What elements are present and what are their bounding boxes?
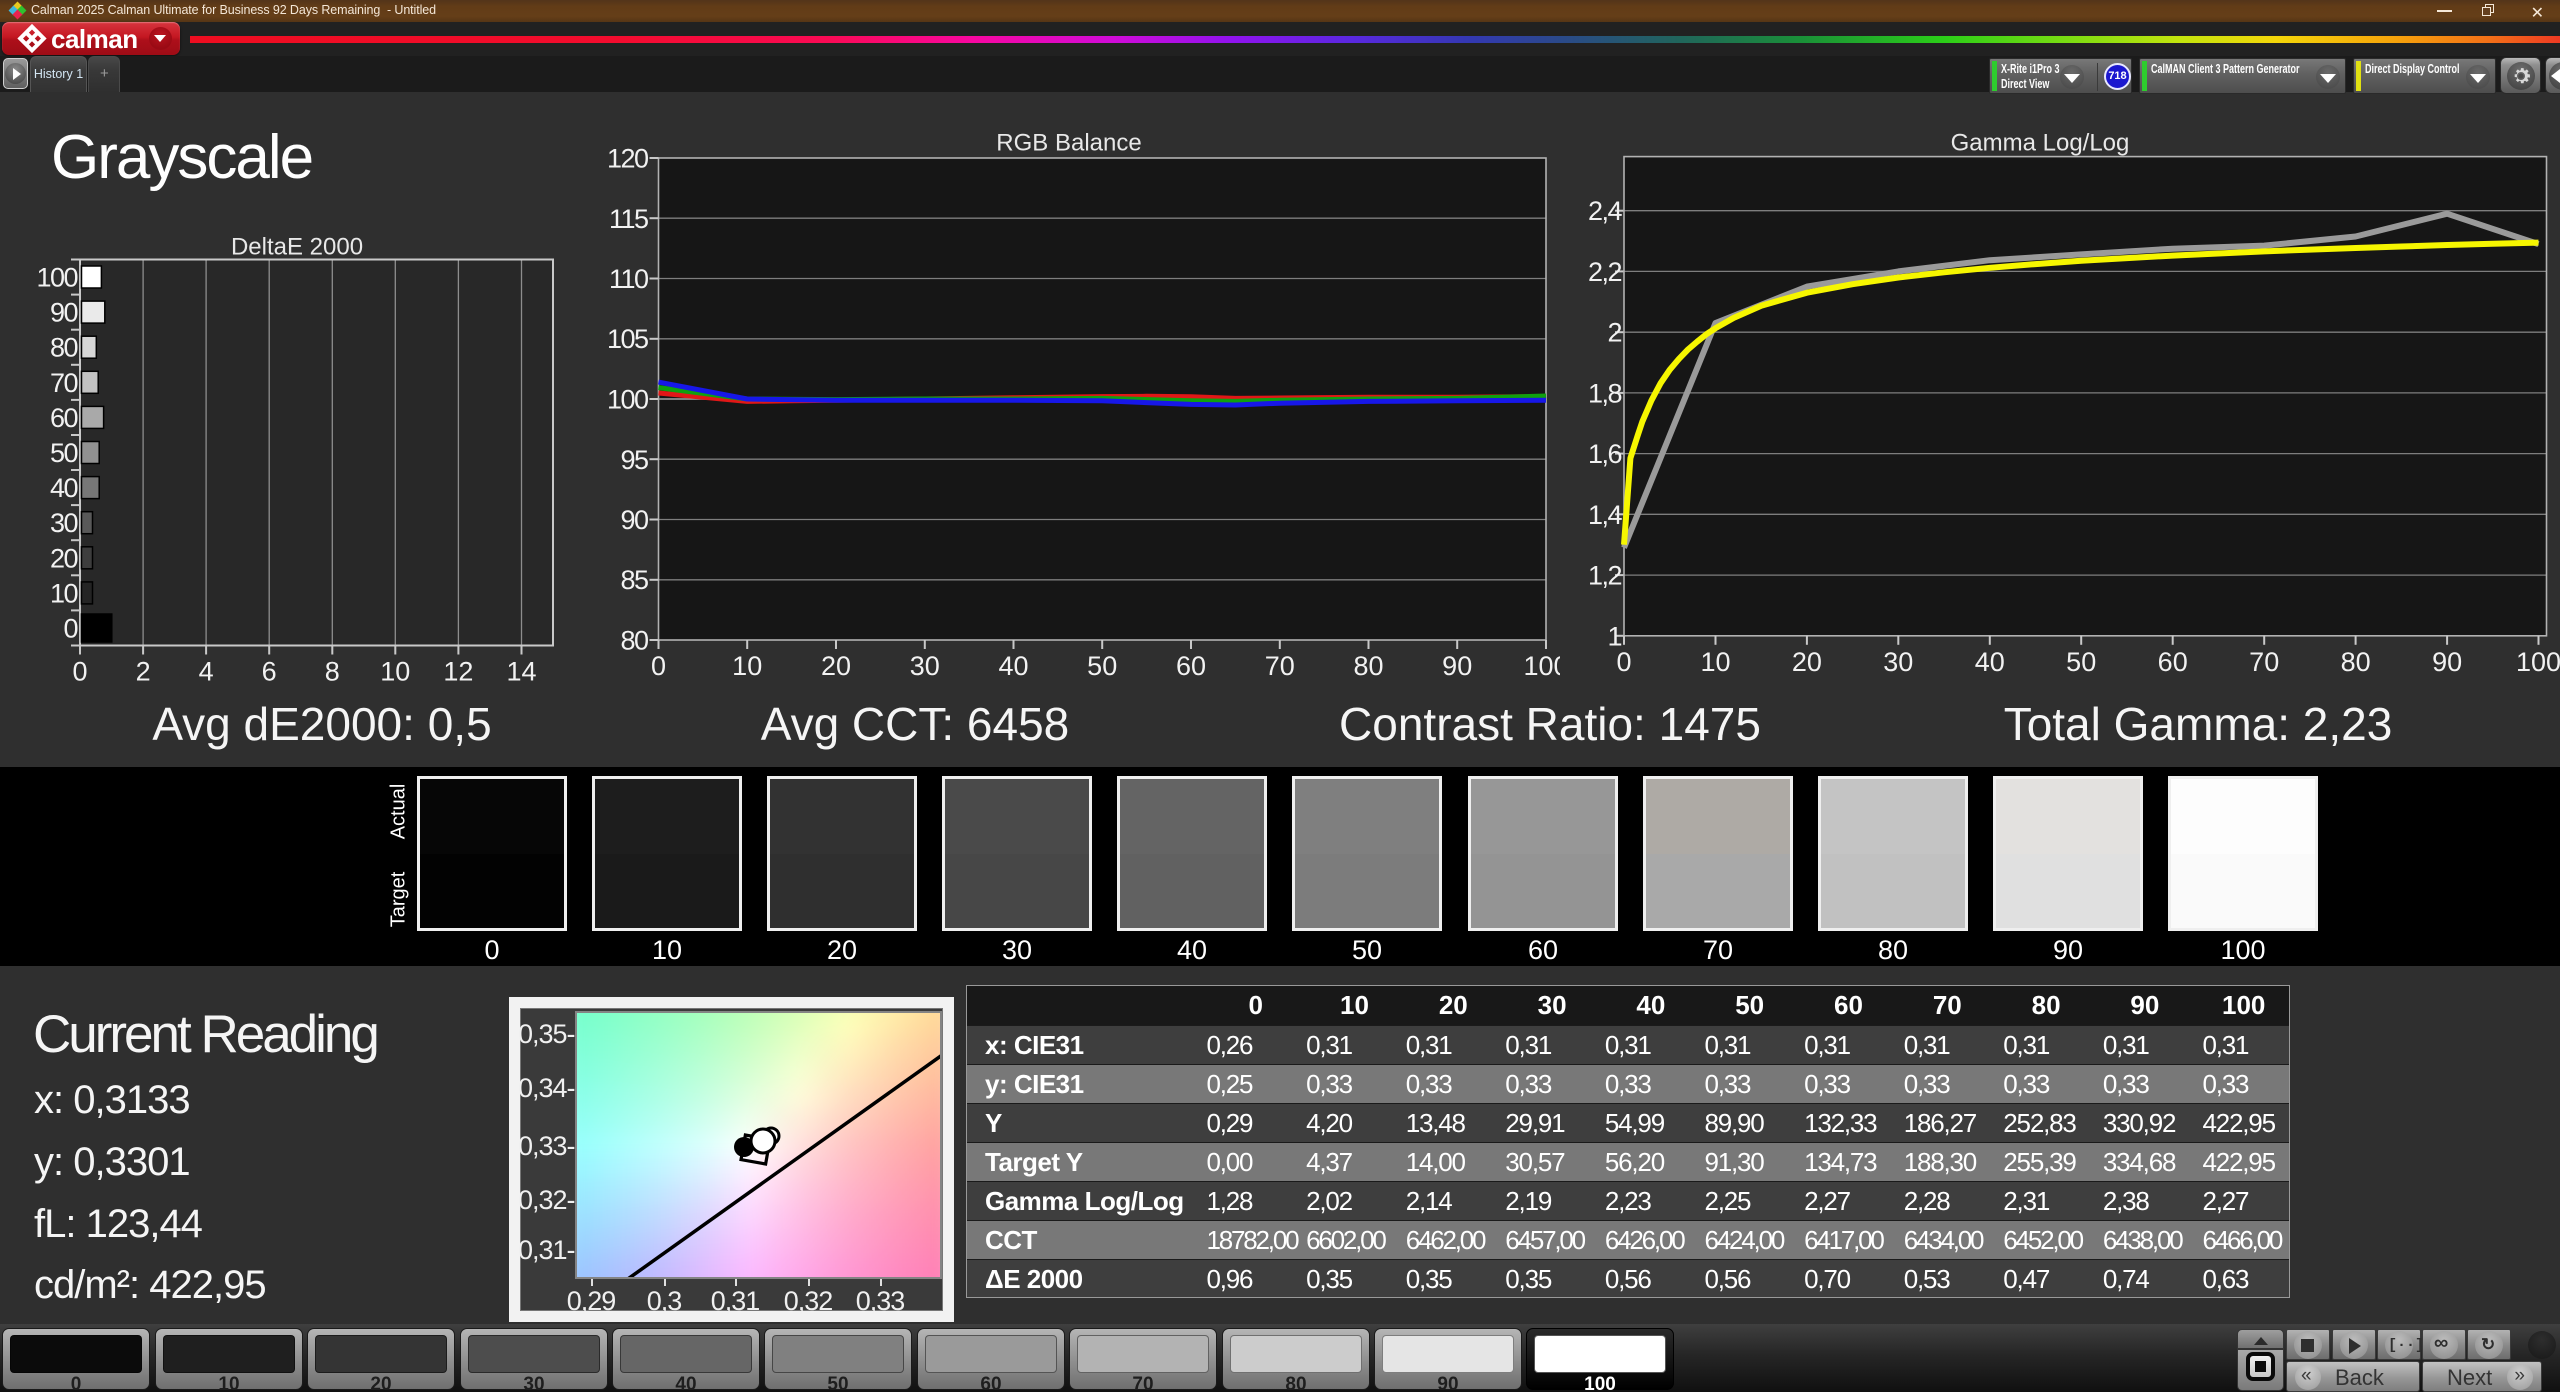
svg-text:70: 70 bbox=[1265, 651, 1295, 681]
svg-text:95: 95 bbox=[620, 445, 648, 475]
svg-text:70: 70 bbox=[2249, 647, 2279, 677]
svg-text:DeltaE 2000: DeltaE 2000 bbox=[231, 234, 363, 261]
svg-text:90: 90 bbox=[2432, 647, 2462, 677]
svg-text:2,2: 2,2 bbox=[1588, 257, 1622, 287]
svg-text:10: 10 bbox=[732, 651, 762, 681]
svg-text:0: 0 bbox=[63, 614, 77, 644]
svg-text:1,2: 1,2 bbox=[1588, 561, 1622, 591]
svg-text:2: 2 bbox=[136, 657, 151, 687]
svg-text:10: 10 bbox=[50, 578, 78, 608]
svg-text:110: 110 bbox=[609, 264, 648, 294]
svg-text:20: 20 bbox=[821, 651, 851, 681]
svg-text:12: 12 bbox=[443, 657, 473, 687]
svg-text:4: 4 bbox=[199, 657, 214, 687]
svg-text:50: 50 bbox=[50, 438, 78, 468]
svg-text:RGB Balance: RGB Balance bbox=[996, 130, 1141, 157]
svg-text:0: 0 bbox=[72, 657, 87, 687]
svg-text:1,6: 1,6 bbox=[1588, 439, 1622, 469]
svg-text:100: 100 bbox=[36, 263, 77, 293]
svg-text:2,4: 2,4 bbox=[1588, 196, 1623, 226]
svg-text:10: 10 bbox=[380, 657, 410, 687]
svg-text:40: 40 bbox=[1975, 647, 2005, 677]
svg-text:60: 60 bbox=[1176, 651, 1206, 681]
svg-text:Gamma Log/Log: Gamma Log/Log bbox=[1951, 130, 2130, 157]
svg-text:85: 85 bbox=[620, 565, 648, 595]
svg-text:90: 90 bbox=[620, 505, 648, 535]
svg-text:20: 20 bbox=[50, 543, 78, 573]
svg-text:50: 50 bbox=[1087, 651, 1117, 681]
svg-text:0: 0 bbox=[1616, 647, 1631, 677]
svg-text:20: 20 bbox=[1792, 647, 1822, 677]
svg-text:8: 8 bbox=[325, 657, 340, 687]
svg-text:1,8: 1,8 bbox=[1588, 378, 1622, 408]
svg-text:105: 105 bbox=[607, 324, 648, 354]
svg-text:90: 90 bbox=[1442, 651, 1472, 681]
svg-text:60: 60 bbox=[2158, 647, 2188, 677]
svg-text:2: 2 bbox=[1607, 318, 1621, 348]
svg-text:100: 100 bbox=[607, 385, 648, 415]
svg-text:0: 0 bbox=[651, 651, 666, 681]
svg-text:115: 115 bbox=[609, 204, 648, 234]
svg-text:30: 30 bbox=[1883, 647, 1913, 677]
svg-text:40: 40 bbox=[998, 651, 1028, 681]
svg-text:60: 60 bbox=[50, 403, 78, 433]
svg-text:120: 120 bbox=[607, 144, 648, 174]
svg-text:80: 80 bbox=[1353, 651, 1383, 681]
svg-text:1,4: 1,4 bbox=[1588, 500, 1623, 530]
svg-text:90: 90 bbox=[50, 298, 78, 328]
svg-text:80: 80 bbox=[50, 333, 78, 363]
svg-text:10: 10 bbox=[1700, 647, 1730, 677]
svg-text:40: 40 bbox=[50, 473, 78, 503]
svg-text:80: 80 bbox=[2341, 647, 2371, 677]
svg-text:50: 50 bbox=[2066, 647, 2096, 677]
svg-text:100: 100 bbox=[2516, 647, 2560, 677]
svg-text:6: 6 bbox=[262, 657, 277, 687]
svg-text:30: 30 bbox=[50, 508, 78, 538]
svg-text:80: 80 bbox=[620, 626, 648, 656]
svg-text:70: 70 bbox=[50, 368, 78, 398]
svg-text:30: 30 bbox=[910, 651, 940, 681]
